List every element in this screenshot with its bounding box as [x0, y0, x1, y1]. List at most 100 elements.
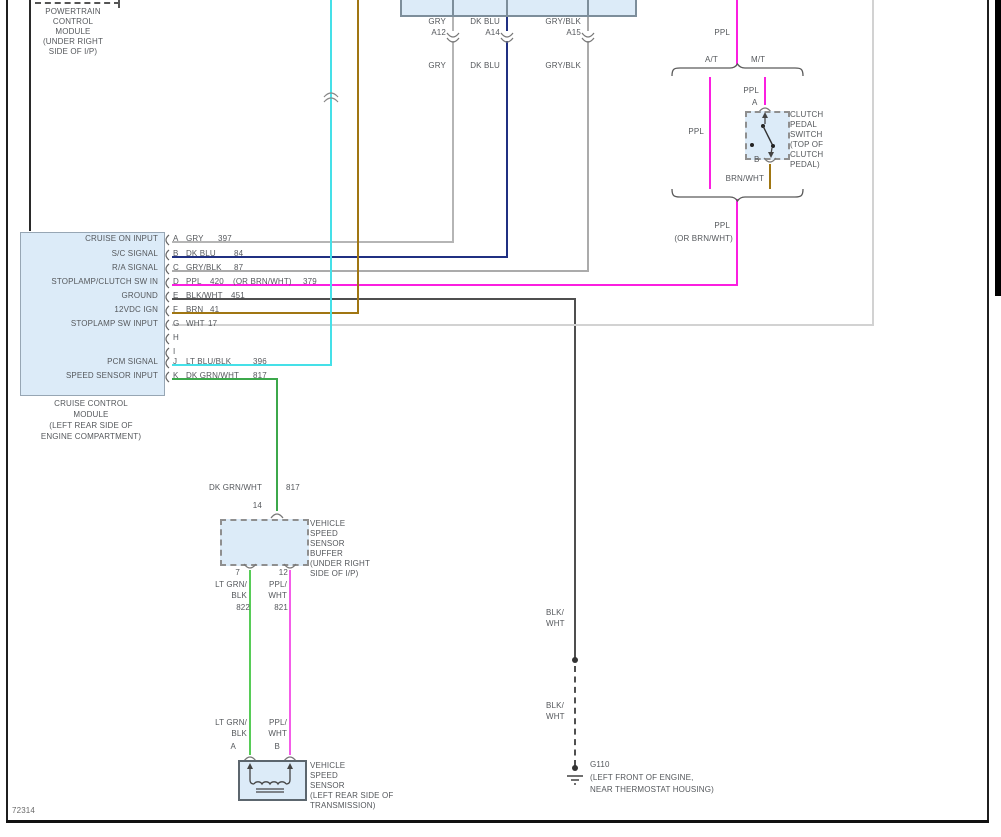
ground-location: NEAR THERMOSTAT HOUSING) — [590, 785, 714, 794]
connector-arc-icon — [165, 305, 170, 317]
wire-color-label: WHT — [546, 619, 565, 628]
module-pin: E — [173, 291, 179, 300]
pin-label: 12 — [278, 568, 288, 577]
connector-arc-icon — [165, 371, 170, 383]
wire-brn-vertical — [357, 0, 359, 314]
wire-blkwht-dashed — [574, 666, 576, 766]
wire-wht — [172, 324, 874, 326]
pcm-label: POWERTRAIN CONTROL MODULE (UNDER RIGHT S… — [42, 7, 104, 56]
connector-arc-icon — [763, 157, 777, 163]
wire-color-label: PPL — [743, 86, 759, 95]
wire-color-label: BRN — [186, 305, 204, 314]
module-function: R/A SIGNAL — [112, 263, 158, 272]
pin-label: A — [752, 98, 758, 107]
module-function: PCM SIGNAL — [107, 357, 158, 366]
pcm-dashed-corner — [118, 0, 120, 8]
inductor-icon — [247, 763, 293, 793]
pcm-connector-box — [400, 0, 637, 17]
module-pin: G — [173, 319, 180, 328]
transmission-option-label: M/T — [751, 55, 766, 64]
wire-color-label: PPL — [714, 221, 730, 230]
circuit-number: 817 — [253, 371, 267, 380]
wire-color-label: BLK/ — [546, 608, 564, 617]
connector-arc-icon — [165, 333, 170, 345]
pcm-pin-color: DK BLU — [470, 17, 500, 26]
wire-ppl-mt-branch — [764, 77, 766, 105]
wire-blkwht-vertical — [574, 298, 576, 660]
clutch-switch-label: CLUTCH PEDAL SWITCH (TOP OF CLUTCH PEDAL… — [790, 110, 824, 169]
pcm-pin-color: GRY/BLK — [545, 17, 581, 26]
wire-color-label: WHT — [546, 712, 565, 721]
wiring-diagram: 72314 POWERTRAIN CONTROL MODULE (UNDER R… — [0, 0, 1001, 837]
switch-icon — [750, 112, 775, 158]
pin-label: A — [230, 742, 236, 751]
wire-gry — [172, 241, 454, 243]
circuit-number: 821 — [274, 603, 288, 612]
transmission-option-label: A/T — [705, 55, 718, 64]
pin-label: B — [754, 155, 760, 164]
wire-pplwht — [289, 570, 291, 755]
module-pin: C — [173, 263, 179, 272]
pcm-pin-id: A12 — [431, 28, 446, 37]
circuit-number: 822 — [236, 603, 250, 612]
wire-alt-color-label: (OR BRN/WHT) — [233, 277, 292, 286]
pin-label: 14 — [252, 501, 262, 510]
circuit-number: 87 — [234, 263, 244, 272]
wire-color-label: BRN/WHT — [725, 174, 764, 183]
pcm-dashed-outline — [35, 2, 120, 4]
wire-color-label: GRY — [186, 234, 204, 243]
connector-arc-icon — [165, 357, 170, 369]
connector-arc-icon — [165, 234, 170, 246]
wire-ltblublk-vertical — [330, 0, 332, 366]
circuit-number: 451 — [231, 291, 245, 300]
circuit-number: 379 — [303, 277, 317, 286]
wire-gryblk-vertical — [587, 41, 589, 272]
wire-color-label: PPL/ — [269, 718, 287, 727]
connector-arc-icon — [581, 32, 595, 43]
wire-dkblu-stub — [506, 15, 508, 31]
module-function: CRUISE ON INPUT — [85, 234, 158, 243]
module-pin: D — [173, 277, 179, 286]
connector-arc-icon — [270, 513, 284, 519]
wire-color-label: DK BLU — [470, 61, 500, 70]
wire-color-label: PPL — [688, 127, 704, 136]
wire-ppl-merge-vertical — [736, 199, 738, 286]
wire-wht-vertical — [872, 0, 874, 326]
junction-dot — [572, 765, 578, 771]
wire-gryblk-stub — [587, 15, 589, 31]
wire-color-label: WHT — [268, 729, 287, 738]
screen-edge-strip — [995, 0, 1001, 296]
module-pin: I — [173, 347, 176, 356]
connector-arc-icon — [243, 563, 257, 569]
pcm-pin-id: A15 — [566, 28, 581, 37]
module-pin: J — [173, 357, 178, 366]
ground-name: G110 — [590, 760, 610, 769]
module-pin: B — [173, 249, 179, 258]
junction-dot — [572, 657, 578, 663]
module-function: GROUND — [121, 291, 158, 300]
module-caption: CRUISE CONTROL MODULE (LEFT REAR SIDE OF… — [40, 399, 142, 441]
split-brace-icon — [671, 62, 804, 77]
connector-arc-icon — [165, 249, 170, 261]
pcm-connector-divider — [587, 0, 589, 15]
wire-color-label: BLK/WHT — [186, 291, 223, 300]
connector-arc-icon — [500, 32, 514, 43]
wire-dkgrnwht-vertical — [276, 378, 278, 511]
module-pin: H — [173, 333, 179, 342]
module-function: S/C SIGNAL — [111, 249, 158, 258]
pcm-pin-color: GRY — [428, 17, 446, 26]
module-pin: A — [173, 234, 179, 243]
connector-arc-icon — [323, 92, 339, 103]
wire-ppl-top — [736, 0, 738, 65]
wire-color-label: BLK/ — [546, 701, 564, 710]
wire-color-label: LT BLU/BLK — [186, 357, 232, 366]
circuit-number: 84 — [234, 249, 244, 258]
module-function: SPEED SENSOR INPUT — [65, 371, 158, 380]
wire-ppl-at-branch — [709, 77, 711, 189]
module-pin: F — [173, 305, 179, 314]
circuit-number: 41 — [210, 305, 220, 314]
wire-color-label: GRY — [428, 61, 446, 70]
pin-label: 7 — [235, 568, 240, 577]
module-pin: K — [173, 371, 179, 380]
ground-icon — [567, 775, 583, 785]
